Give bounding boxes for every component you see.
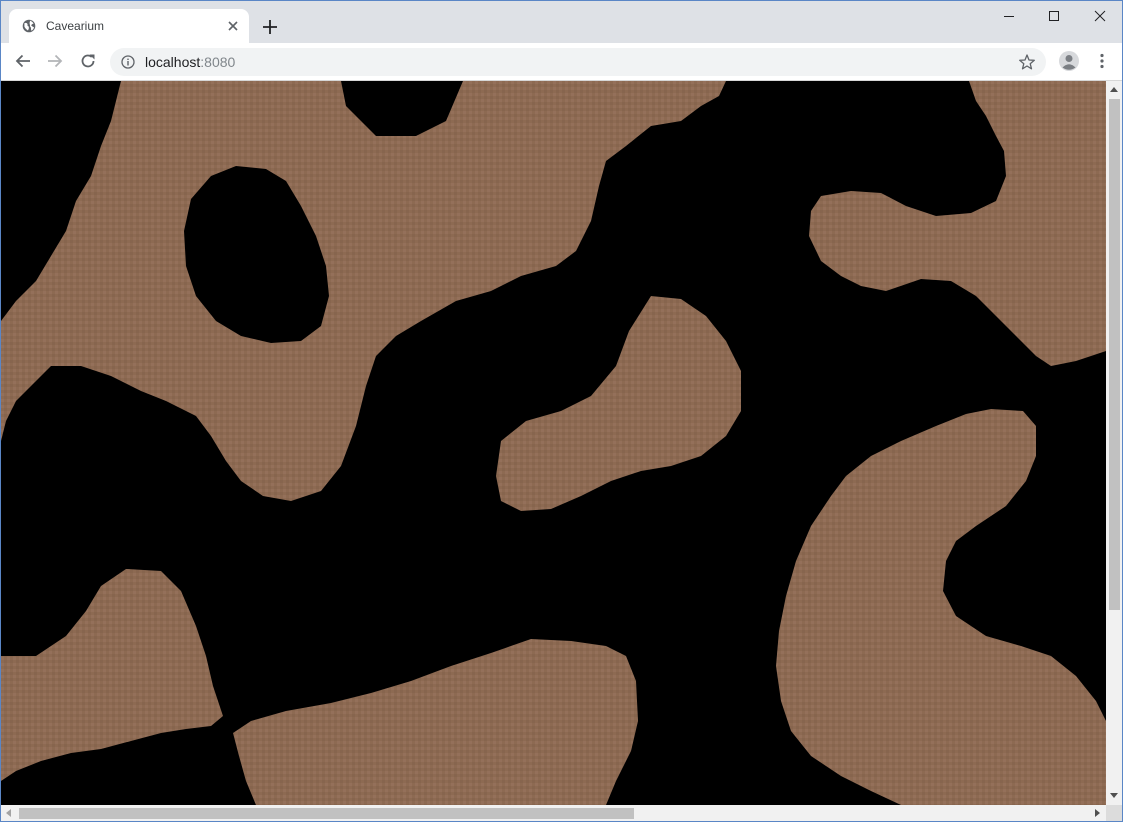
globe-icon xyxy=(22,19,36,33)
url-host: localhost xyxy=(145,54,201,70)
horizontal-scroll-thumb[interactable] xyxy=(19,808,634,819)
scroll-left-icon[interactable] xyxy=(6,809,11,817)
scroll-up-icon[interactable] xyxy=(1110,87,1118,92)
vertical-scrollbar[interactable] xyxy=(1106,81,1122,805)
star-icon[interactable] xyxy=(1018,53,1036,71)
tab-cavearium[interactable]: Cavearium xyxy=(9,9,249,43)
account-circle-icon[interactable] xyxy=(1058,50,1080,72)
kebab-menu-icon[interactable] xyxy=(1092,51,1112,71)
cave-map-canvas[interactable] xyxy=(1,81,1106,805)
reload-icon[interactable] xyxy=(78,51,98,71)
cave-map xyxy=(1,81,1106,805)
address-bar[interactable]: localhost:8080 xyxy=(110,48,1046,76)
info-icon[interactable] xyxy=(121,55,135,69)
url-text[interactable]: localhost:8080 xyxy=(145,54,235,70)
vertical-scroll-thumb[interactable] xyxy=(1109,99,1120,610)
minimize-icon[interactable] xyxy=(986,1,1032,31)
maximize-icon[interactable] xyxy=(1031,1,1077,31)
close-icon[interactable] xyxy=(226,19,240,33)
arrow-right-icon[interactable] xyxy=(45,51,65,71)
scroll-right-icon[interactable] xyxy=(1095,809,1100,817)
cave-floor-region xyxy=(809,81,1106,366)
cave-floor-region xyxy=(1,569,223,781)
cave-floor-region xyxy=(776,409,1106,805)
cave-floor-region xyxy=(233,639,638,805)
tab-strip: Cavearium xyxy=(1,1,1122,43)
scroll-down-icon[interactable] xyxy=(1110,793,1118,798)
toolbar: localhost:8080 xyxy=(1,43,1122,81)
plus-icon[interactable] xyxy=(260,17,280,37)
horizontal-scrollbar[interactable] xyxy=(1,805,1106,821)
scrollbar-corner xyxy=(1106,805,1122,821)
window-close-icon[interactable] xyxy=(1077,1,1123,31)
cave-floor-region xyxy=(496,296,741,511)
browser-window: Cavearium localhost:8080 xyxy=(0,0,1123,822)
url-port: :8080 xyxy=(200,54,236,70)
arrow-left-icon[interactable] xyxy=(13,51,33,71)
tab-title: Cavearium xyxy=(46,19,105,33)
